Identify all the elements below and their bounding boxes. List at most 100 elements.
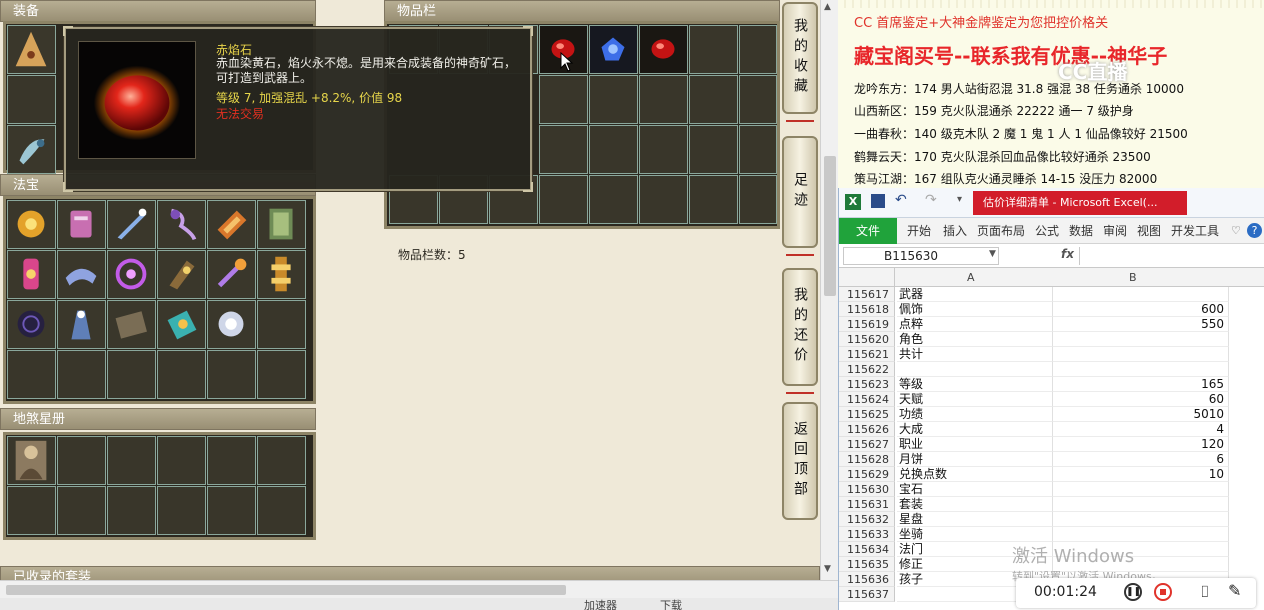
inventory-slot[interactable] bbox=[589, 75, 638, 124]
cell-a[interactable]: 等级 bbox=[897, 377, 1053, 392]
undo-icon[interactable]: ↶ bbox=[895, 192, 907, 208]
cell-a[interactable]: 大成 bbox=[897, 422, 1053, 437]
game-horizontal-scrollbar[interactable] bbox=[0, 580, 838, 598]
row-number[interactable]: 115632 bbox=[839, 512, 895, 527]
star-register-slot[interactable] bbox=[57, 436, 106, 485]
excel-formula-input[interactable] bbox=[1079, 247, 1261, 265]
cell-b[interactable]: 5010 bbox=[1053, 407, 1229, 422]
row-number[interactable]: 115627 bbox=[839, 437, 895, 452]
inventory-slot[interactable] bbox=[639, 125, 688, 174]
row-number[interactable]: 115621 bbox=[839, 347, 895, 362]
tab-data[interactable]: 数据 bbox=[1069, 218, 1093, 244]
cell-b[interactable]: 6 bbox=[1053, 452, 1229, 467]
row-number[interactable]: 115620 bbox=[839, 332, 895, 347]
cell-a[interactable]: 兑换点数 bbox=[897, 467, 1053, 482]
row-number[interactable]: 115623 bbox=[839, 377, 895, 392]
cell-a[interactable]: 点粹 bbox=[897, 317, 1053, 332]
scroll-thumb[interactable] bbox=[824, 156, 836, 296]
inventory-slot[interactable] bbox=[689, 125, 738, 174]
treasure-slot[interactable] bbox=[7, 200, 56, 249]
excel-name-box[interactable]: B115630 bbox=[843, 247, 999, 265]
inventory-slot-blue-gem[interactable] bbox=[589, 25, 638, 74]
treasure-slot[interactable] bbox=[257, 200, 306, 249]
inventory-slot[interactable] bbox=[739, 25, 777, 74]
tab-developer[interactable]: 开发工具 bbox=[1171, 218, 1219, 244]
cell-b[interactable] bbox=[1053, 332, 1229, 347]
inventory-slot[interactable] bbox=[589, 175, 638, 224]
tab-home[interactable]: 开始 bbox=[907, 218, 931, 244]
cell-b[interactable]: 600 bbox=[1053, 302, 1229, 317]
pause-icon[interactable]: ❚❚ bbox=[1124, 583, 1142, 601]
cell-a[interactable]: 共计 bbox=[897, 347, 1053, 362]
save-icon[interactable] bbox=[871, 194, 885, 208]
select-all-corner[interactable] bbox=[839, 268, 895, 287]
cell-b[interactable]: 165 bbox=[1053, 377, 1229, 392]
cell-b[interactable]: 4 bbox=[1053, 422, 1229, 437]
help-icon[interactable]: ? bbox=[1247, 223, 1262, 238]
cell-a[interactable]: 套装 bbox=[897, 497, 1053, 512]
cell-b[interactable] bbox=[1053, 482, 1229, 497]
inventory-slot[interactable] bbox=[639, 175, 688, 224]
cell-b[interactable] bbox=[1053, 527, 1229, 542]
inventory-slot-red-gem[interactable] bbox=[639, 25, 688, 74]
scroll-up-icon[interactable]: ▲ bbox=[824, 2, 834, 12]
insert-function-icon[interactable]: fx bbox=[1061, 247, 1074, 261]
treasure-slot[interactable] bbox=[157, 300, 206, 349]
equipment-slot-ornament[interactable] bbox=[7, 125, 56, 174]
treasure-slot[interactable] bbox=[107, 300, 156, 349]
camera-icon[interactable]: ⌷ bbox=[1200, 582, 1210, 602]
row-number[interactable]: 115635 bbox=[839, 557, 895, 572]
treasure-slot-empty[interactable] bbox=[207, 350, 256, 399]
cell-b[interactable] bbox=[1053, 362, 1229, 377]
row-number[interactable]: 115618 bbox=[839, 302, 895, 317]
row-number[interactable]: 115626 bbox=[839, 422, 895, 437]
inventory-slot[interactable] bbox=[589, 125, 638, 174]
star-register-slot[interactable] bbox=[157, 436, 206, 485]
treasure-slot-empty[interactable] bbox=[257, 300, 306, 349]
row-number[interactable]: 115629 bbox=[839, 467, 895, 482]
equipment-slot-weapon[interactable] bbox=[7, 25, 56, 74]
my-counteroffers-button[interactable]: 我的还价 bbox=[782, 268, 818, 386]
treasure-slot-empty[interactable] bbox=[7, 350, 56, 399]
pen-icon[interactable]: ✎ bbox=[1228, 581, 1241, 600]
row-number[interactable]: 115628 bbox=[839, 452, 895, 467]
column-header-b[interactable]: B bbox=[1129, 271, 1137, 284]
cell-a[interactable]: 宝石 bbox=[897, 482, 1053, 497]
cell-b[interactable] bbox=[1053, 287, 1229, 302]
star-register-slot-portrait[interactable] bbox=[7, 436, 56, 485]
treasure-slot[interactable] bbox=[57, 250, 106, 299]
row-number[interactable]: 115624 bbox=[839, 392, 895, 407]
my-favorites-button[interactable]: 我的收藏 bbox=[782, 2, 818, 114]
back-to-top-button[interactable]: 返回顶部 bbox=[782, 402, 818, 520]
excel-file-tab[interactable]: 文件 bbox=[839, 218, 897, 244]
cell-a[interactable]: 佩饰 bbox=[897, 302, 1053, 317]
treasure-slot[interactable] bbox=[207, 300, 256, 349]
star-register-slot[interactable] bbox=[157, 486, 206, 535]
tab-review[interactable]: 审阅 bbox=[1103, 218, 1127, 244]
stop-record-icon[interactable] bbox=[1154, 583, 1172, 601]
star-register-slot[interactable] bbox=[207, 436, 256, 485]
inventory-slot[interactable] bbox=[539, 175, 588, 224]
cell-b[interactable] bbox=[1053, 347, 1229, 362]
treasure-slot[interactable] bbox=[257, 250, 306, 299]
hscroll-thumb[interactable] bbox=[6, 585, 566, 595]
column-header-a[interactable]: A bbox=[967, 271, 975, 284]
tab-formulas[interactable]: 公式 bbox=[1035, 218, 1059, 244]
star-register-slot[interactable] bbox=[7, 486, 56, 535]
tab-page-layout[interactable]: 页面布局 bbox=[977, 218, 1025, 244]
cell-a[interactable]: 星盘 bbox=[897, 512, 1053, 527]
treasure-slot[interactable] bbox=[207, 250, 256, 299]
treasure-slot-empty[interactable] bbox=[157, 350, 206, 399]
cell-a[interactable]: 坐骑 bbox=[897, 527, 1053, 542]
inventory-slot[interactable] bbox=[739, 175, 777, 224]
game-vertical-scrollbar[interactable]: ▲ ▼ bbox=[820, 0, 838, 580]
row-number[interactable]: 115619 bbox=[839, 317, 895, 332]
cell-b[interactable]: 550 bbox=[1053, 317, 1229, 332]
inventory-slot[interactable] bbox=[739, 125, 777, 174]
row-number[interactable]: 115636 bbox=[839, 572, 895, 587]
treasure-slot[interactable] bbox=[157, 200, 206, 249]
row-number[interactable]: 115634 bbox=[839, 542, 895, 557]
treasure-slot[interactable] bbox=[7, 300, 56, 349]
tab-insert[interactable]: 插入 bbox=[943, 218, 967, 244]
status-download[interactable]: 下载 bbox=[660, 597, 682, 610]
